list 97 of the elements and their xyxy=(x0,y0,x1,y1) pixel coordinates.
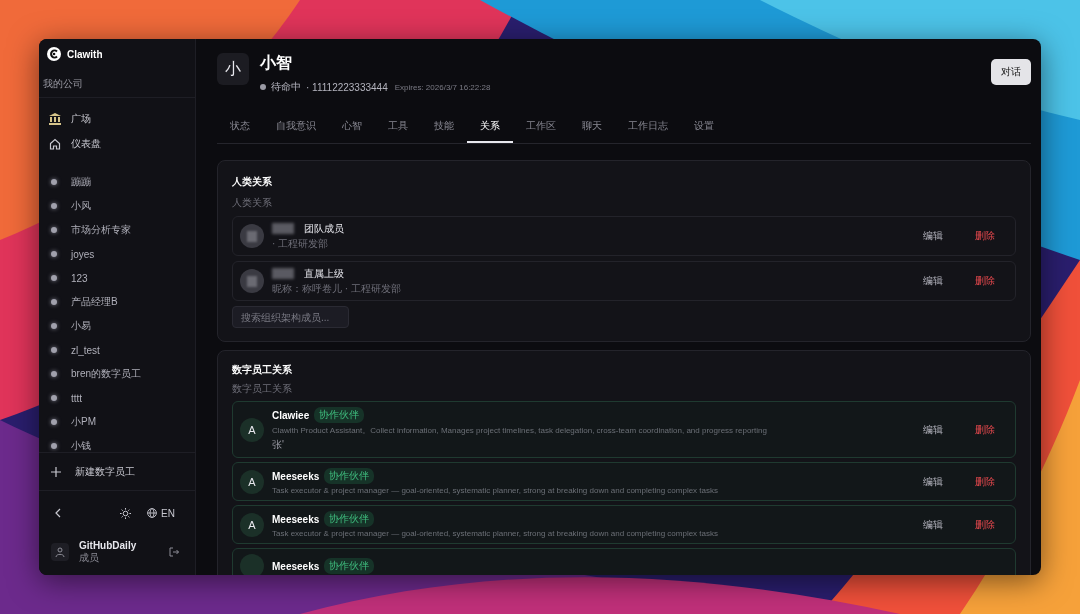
status-dot xyxy=(51,275,57,281)
agent-name: Meeseeks xyxy=(272,470,320,482)
agent-item[interactable]: bren的数字员工 xyxy=(39,362,195,386)
chat-button[interactable]: 对话 xyxy=(991,59,1031,85)
tab[interactable]: 设置 xyxy=(681,112,727,143)
role-tag: 协作伙伴 xyxy=(324,558,375,574)
avatar-icon xyxy=(240,269,264,293)
delete-link[interactable]: 删除 xyxy=(975,274,995,288)
tab[interactable]: 状态 xyxy=(217,112,263,143)
bank-icon xyxy=(49,112,61,125)
agent-name: Clawiee xyxy=(272,409,310,421)
logo-icon xyxy=(47,47,61,61)
agent-avatar: A xyxy=(240,469,264,494)
agent-note: 张' xyxy=(272,438,285,452)
role-tag: 协作伙伴 xyxy=(324,468,375,484)
edit-link[interactable]: 编辑 xyxy=(923,229,943,243)
redacted-name xyxy=(272,268,294,279)
agent-item[interactable]: 市场分析专家 xyxy=(39,218,195,242)
search-field[interactable]: 搜索组织架构成员... xyxy=(232,306,349,328)
agent-item[interactable]: 小风 xyxy=(39,194,195,218)
collapse-icon xyxy=(54,508,62,518)
agent-name: Meeseeks xyxy=(272,513,320,525)
agent-id: · 11112223333444 xyxy=(306,81,388,93)
agent-item[interactable]: tttt xyxy=(39,386,195,410)
agent-avatar: 小 xyxy=(217,53,249,85)
section-title: 人类关系 xyxy=(232,175,273,189)
section-subtitle: 人类关系 xyxy=(232,196,273,210)
agent-item[interactable]: 小PM xyxy=(39,410,195,434)
tab[interactable]: 工具 xyxy=(375,112,421,143)
new-agent-button[interactable]: 新建数字员工 xyxy=(39,452,195,491)
agent-item[interactable]: 蹦蹦 xyxy=(39,170,195,194)
status-dot xyxy=(51,419,57,425)
status-dot xyxy=(51,179,57,185)
agent-item[interactable]: 123 xyxy=(39,266,195,290)
tab[interactable]: 技能 xyxy=(421,112,467,143)
agent-description: Task executor & project manager — goal-oriented, systematic planner, strong at breaking down and completing complex tasks xyxy=(272,486,718,495)
avatar-icon xyxy=(240,224,264,248)
section-title: 数字员工关系 xyxy=(232,363,293,377)
status-dot xyxy=(51,371,57,377)
user-name: GitHubDaily xyxy=(79,539,138,551)
agent-name: 小智 xyxy=(260,53,293,73)
agent-avatar: A xyxy=(240,512,264,537)
user-role: 成员 xyxy=(79,551,100,565)
status-text: 待命中 xyxy=(271,80,301,94)
role-tag: 协作伙伴 xyxy=(324,511,375,527)
redacted-name xyxy=(272,223,294,234)
person-icon xyxy=(55,547,65,557)
tab[interactable]: 聊天 xyxy=(569,112,615,143)
edit-link[interactable]: 编辑 xyxy=(923,274,943,288)
status-dot xyxy=(51,203,57,209)
role-tag: 协作伙伴 xyxy=(314,407,365,423)
agent-avatar: A xyxy=(240,417,264,442)
language-button[interactable]: EN xyxy=(147,507,175,519)
status-dot xyxy=(51,251,57,257)
role-label: 直属上级 xyxy=(304,266,344,281)
delete-link[interactable]: 删除 xyxy=(975,474,995,489)
edit-link[interactable]: 编辑 xyxy=(923,517,943,532)
agent-description: Task executor & project manager — goal-oriented, systematic planner, strong at breaking down and completing complex tasks xyxy=(272,529,718,538)
delete-link[interactable]: 删除 xyxy=(975,517,995,532)
logout-button[interactable] xyxy=(169,547,179,557)
status-dot xyxy=(260,84,266,90)
status-dot xyxy=(51,443,57,449)
delete-link[interactable]: 删除 xyxy=(975,229,995,243)
agent-name: Meeseeks xyxy=(272,560,320,572)
status-dot xyxy=(51,299,57,305)
tab[interactable]: 心智 xyxy=(329,112,375,143)
company-label: 我的公司 xyxy=(39,61,195,98)
status-dot xyxy=(51,347,57,353)
app-name: Clawith xyxy=(67,48,103,60)
agent-description: Clawith Product Assistant。Collect information, Manages project timelines, task delegation, cross-team coordination, and progress reporting xyxy=(272,425,767,436)
status-dot xyxy=(51,227,57,233)
member-detail: 昵称：称呼卷儿 · 工程研发部 xyxy=(272,281,401,296)
plus-icon xyxy=(51,466,61,477)
logout-icon xyxy=(169,547,179,557)
edit-link[interactable]: 编辑 xyxy=(923,474,943,489)
agent-item[interactable]: 小易 xyxy=(39,314,195,338)
edit-link[interactable]: 编辑 xyxy=(923,422,943,437)
status-dot xyxy=(51,323,57,329)
member-detail: · 工程研发部 xyxy=(272,236,330,251)
delete-link[interactable]: 删除 xyxy=(975,422,995,437)
nav-item[interactable]: 仪表盘 xyxy=(39,131,195,156)
home-icon xyxy=(49,137,61,150)
status-dot xyxy=(51,395,57,401)
tab[interactable]: 自我意识 xyxy=(263,112,329,143)
tab[interactable]: 工作区 xyxy=(513,112,569,143)
tab[interactable]: 工作日志 xyxy=(615,112,681,143)
section-subtitle: 数字员工关系 xyxy=(232,382,293,396)
agent-item[interactable]: joyes xyxy=(39,242,195,266)
agent-item[interactable]: 产品经理B xyxy=(39,290,195,314)
nav-item[interactable]: 广场 xyxy=(39,106,195,131)
expires-text: Expires: 2026/3/7 16:22:28 xyxy=(394,82,491,92)
tab[interactable]: 关系 xyxy=(467,112,513,143)
agent-item[interactable]: 小钱 xyxy=(39,434,195,452)
globe-icon xyxy=(147,508,158,518)
agent-item[interactable]: zl_test xyxy=(39,338,195,362)
role-label: 团队成员 xyxy=(304,221,344,236)
sun-icon xyxy=(120,507,132,519)
